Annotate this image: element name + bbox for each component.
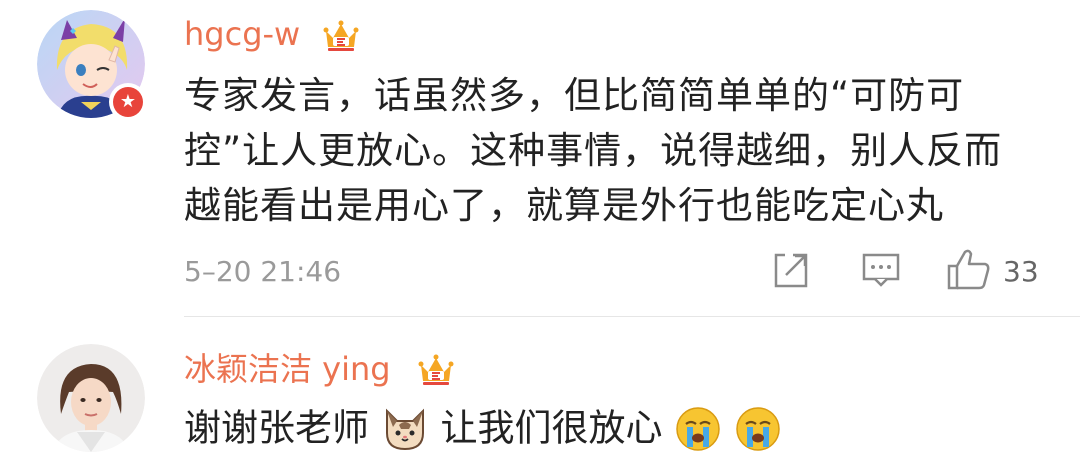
comment-text: 专家发言，话虽然多，但比简简单单的“可防可 控”让人更放心。这种事情，说得越细，…	[184, 68, 1054, 233]
comment-line: 控”让人更放心。这种事情，说得越细，别人反而	[184, 129, 1003, 172]
comment-item: 冰颖洁洁 ying 谢谢张老师 让我们很放心	[0, 317, 1080, 457]
crying-face-emoji	[736, 406, 780, 451]
comment-text: 谢谢张老师 让我们很放心	[184, 402, 782, 452]
username[interactable]: hgcg-w	[184, 14, 300, 54]
thumbs-up-icon[interactable]	[945, 246, 991, 292]
crown-vip-icon	[323, 20, 359, 51]
comment-item: ★ hgcg-w 专家发言，话虽然多，但比简简单单的“可防可 控”让人更放心。这…	[0, 0, 1080, 316]
share-icon[interactable]	[771, 250, 811, 290]
user-avatar[interactable]	[37, 344, 145, 452]
verified-star-icon: ★	[109, 83, 147, 121]
comment-text-part: 谢谢张老师	[184, 406, 369, 450]
comment-line: 越能看出是用心了，就算是外行也能吃定心丸	[184, 184, 944, 227]
comment-icon[interactable]	[861, 250, 901, 290]
comment-line: 专家发言，话虽然多，但比简简单单的“可防可	[184, 74, 965, 117]
cat-face-emoji	[385, 408, 424, 450]
crown-vip-icon	[418, 354, 454, 385]
username[interactable]: 冰颖洁洁 ying	[184, 349, 391, 389]
crying-face-emoji	[676, 406, 721, 451]
timestamp: 5–20 21:46	[184, 255, 342, 288]
comment-text-part: 让我们很放心	[440, 406, 663, 450]
like-count: 33	[1003, 255, 1039, 288]
